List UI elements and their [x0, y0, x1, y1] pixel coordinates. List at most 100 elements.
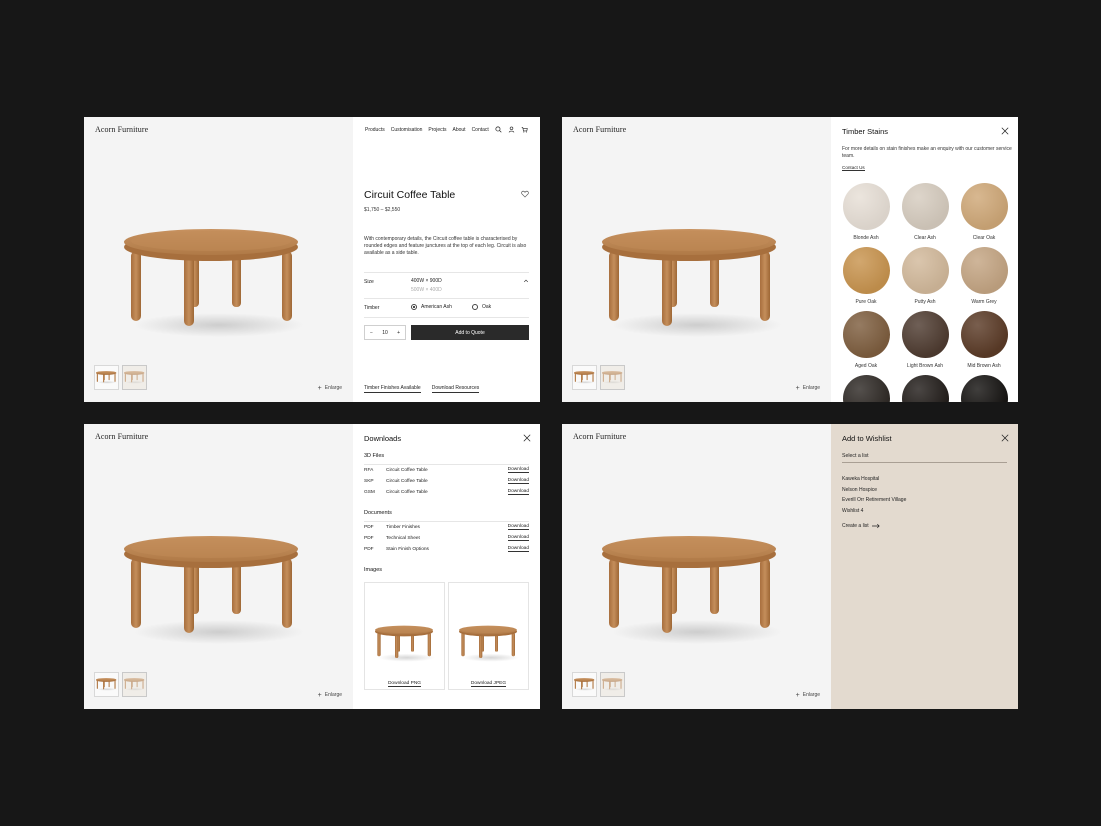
stain-color-circle[interactable] [842, 311, 890, 358]
stain-swatch[interactable]: Clear Ash [901, 183, 949, 243]
quantity-value[interactable]: 10 [382, 330, 388, 336]
thumbnail-2[interactable] [122, 672, 147, 697]
thumbnail-strip [94, 672, 147, 697]
download-png-link[interactable]: Download PNG [387, 681, 422, 687]
stain-swatch[interactable]: Putty Ash [901, 247, 949, 307]
files-list: RFA Circuit Coffee Table Download SKP Ci… [364, 464, 529, 498]
download-link[interactable]: Download [507, 478, 529, 484]
image-card-png[interactable]: Download PNG [364, 582, 445, 690]
enlarge-button[interactable]: + Enlarge [795, 384, 820, 392]
brand-logo[interactable]: Acorn Furniture [573, 432, 626, 441]
heart-icon[interactable] [521, 190, 529, 198]
download-link[interactable]: Download [507, 489, 529, 495]
stain-color-circle[interactable] [901, 183, 949, 230]
stain-color-circle[interactable] [960, 311, 1008, 358]
file-row: GSM Circuit Coffee Table Download [364, 489, 529, 495]
nav-about[interactable]: About [452, 127, 465, 133]
timber-finishes-link[interactable]: Timber Finishes Available [364, 385, 421, 393]
thumbnail-1[interactable] [572, 365, 597, 390]
size-option-1[interactable]: 400W × 900D [411, 278, 442, 284]
download-link[interactable]: Download [507, 546, 529, 552]
product-gallery: Acorn Furniture + Enlarge [562, 117, 831, 402]
thumbnail-1[interactable] [94, 672, 119, 697]
stain-name: Warm Grey [971, 299, 997, 305]
close-icon[interactable] [523, 434, 531, 442]
contact-us-link[interactable]: Contact Us [842, 165, 865, 171]
add-to-quote-button[interactable]: Add to Quote [411, 325, 529, 340]
document-row: PDF Technical Sheet Download [364, 535, 529, 541]
thumbnail-2[interactable] [600, 672, 625, 697]
create-list-button[interactable]: Create a list [842, 523, 880, 529]
stain-color-circle[interactable] [901, 311, 949, 358]
chevron-up-icon[interactable] [523, 278, 529, 284]
enlarge-button[interactable]: + Enlarge [318, 385, 342, 392]
stain-swatch[interactable]: Blonde Ash [842, 183, 890, 243]
brand-logo[interactable]: Acorn Furniture [95, 432, 148, 441]
swatch-grid: Blonde Ash Clear Ash Clear Oak Pure Oak Putt… [842, 183, 1012, 402]
stain-color-circle[interactable] [960, 247, 1008, 294]
cart-icon[interactable] [521, 126, 528, 133]
stain-swatch[interactable] [960, 375, 1008, 402]
nav-contact[interactable]: Contact [472, 127, 489, 133]
stain-swatch[interactable] [842, 375, 890, 402]
downloads-screen: Acorn Furniture + Enlarge Downloads 3D Fi… [84, 424, 540, 709]
stain-swatch[interactable]: Light Brown Ash [901, 311, 949, 371]
stain-color-circle[interactable] [842, 247, 890, 294]
close-icon[interactable] [1001, 434, 1009, 442]
thumbnail-1[interactable] [94, 365, 119, 390]
thumbnail-1[interactable] [572, 672, 597, 697]
enlarge-button[interactable]: + Enlarge [318, 692, 342, 699]
product-price: $1,750 – $2,550 [364, 207, 401, 213]
wishlist-item[interactable]: Kaweka Hospital [842, 474, 906, 485]
plus-icon: + [795, 691, 800, 699]
thumbnail-2[interactable] [600, 365, 625, 390]
stain-color-circle[interactable] [960, 183, 1008, 230]
brand-logo[interactable]: Acorn Furniture [573, 125, 626, 134]
stain-swatch[interactable]: Aged Oak [842, 311, 890, 371]
timber-option-american-ash[interactable]: American Ash [411, 304, 452, 310]
thumbnail-2[interactable] [122, 365, 147, 390]
download-link[interactable]: Download [507, 535, 529, 541]
download-resources-link[interactable]: Download Resources [431, 385, 480, 393]
quantity-stepper[interactable]: − 10 + [364, 325, 406, 340]
radio-selected-icon [411, 304, 417, 310]
nav-products[interactable]: Products [365, 127, 385, 133]
select-list-label: Select a list [842, 453, 1007, 463]
stain-swatch[interactable]: Clear Oak [960, 183, 1008, 243]
wishlist-item[interactable]: Nelson Hospice [842, 485, 906, 496]
plus-icon: + [795, 384, 800, 392]
size-option-2[interactable]: 500W × 400D [411, 287, 442, 293]
download-link[interactable]: Download [507, 524, 529, 530]
stain-color-circle[interactable] [960, 375, 1008, 402]
stain-swatch[interactable]: Pure Oak [842, 247, 890, 307]
size-selector[interactable]: Size 400W × 900D 500W × 400D [364, 272, 529, 298]
radio-icon [472, 304, 478, 310]
search-icon[interactable] [495, 126, 502, 133]
enlarge-button[interactable]: + Enlarge [795, 691, 820, 699]
decrement-button[interactable]: − [370, 330, 373, 336]
image-card-jpeg[interactable]: Download JPEG [448, 582, 529, 690]
stain-swatch[interactable]: Warm Grey [960, 247, 1008, 307]
documents-heading: Documents [364, 510, 392, 516]
table-thumbnail [459, 625, 519, 663]
stain-swatch[interactable] [901, 375, 949, 402]
stain-color-circle[interactable] [842, 375, 890, 402]
timber-option-oak[interactable]: Oak [472, 304, 491, 310]
stain-color-circle[interactable] [901, 375, 949, 402]
increment-button[interactable]: + [397, 330, 400, 336]
stains-description: For more details on stain finishes make … [842, 146, 1012, 159]
nav-customisation[interactable]: Customisation [391, 127, 423, 133]
close-icon[interactable] [1001, 127, 1009, 135]
nav-projects[interactable]: Projects [428, 127, 446, 133]
main-nav: Products Customisation Projects About Co… [365, 126, 528, 133]
download-jpeg-link[interactable]: Download JPEG [470, 681, 507, 687]
brand-logo[interactable]: Acorn Furniture [95, 125, 148, 134]
wishlist-item[interactable]: Wishlist 4 [842, 506, 906, 517]
stain-swatch[interactable]: Mid Brown Ash [960, 311, 1008, 371]
account-icon[interactable] [508, 126, 515, 133]
stain-color-circle[interactable] [842, 183, 890, 230]
stain-color-circle[interactable] [901, 247, 949, 294]
download-link[interactable]: Download [507, 467, 529, 473]
wishlist-item[interactable]: Everill Orr Retirement Village [842, 495, 906, 506]
file-row: RFA Circuit Coffee Table Download [364, 467, 529, 473]
